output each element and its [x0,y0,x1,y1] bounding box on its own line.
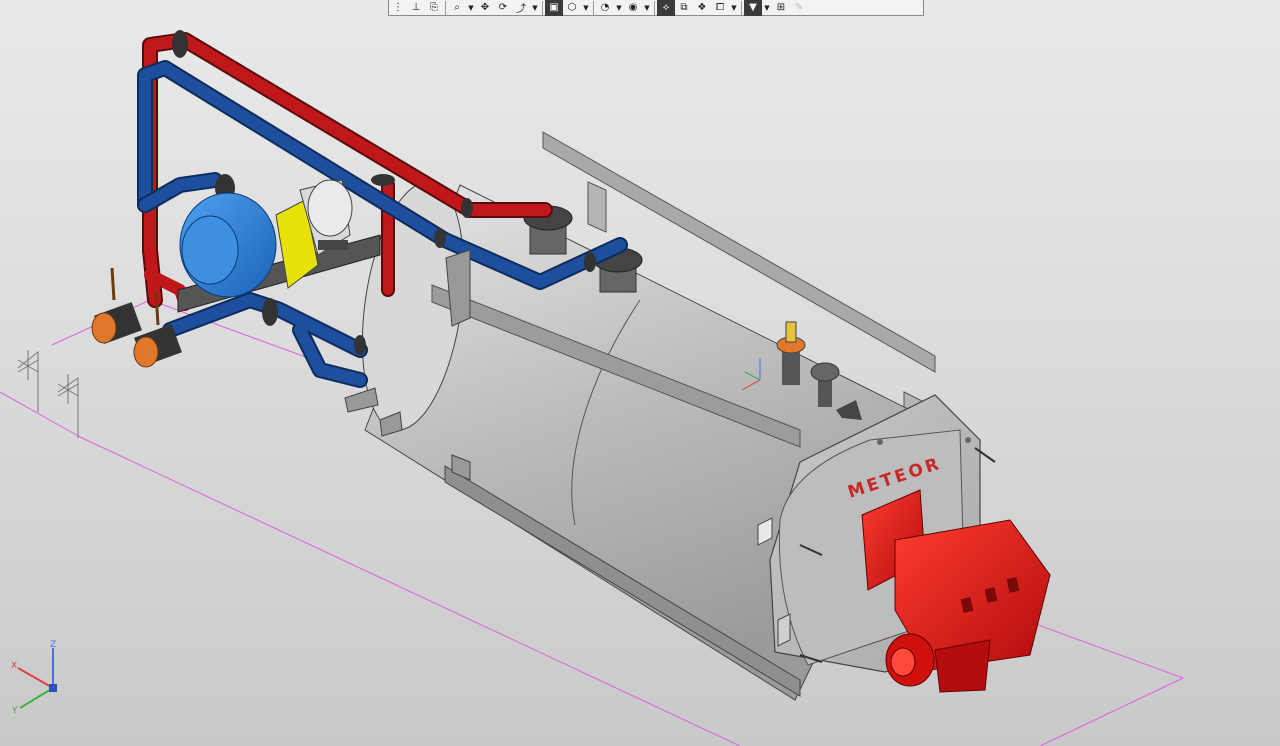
coordinate-triad: Z X Y [11,640,57,716]
y-axis-label: Y [11,706,18,716]
circulation-pump [177,179,381,313]
z-axis-label: Z [50,640,56,650]
x-axis-label: X [11,661,17,671]
model-viewport[interactable]: METEOR Z X Y [0,0,1280,746]
support-wireframe [17,350,79,438]
